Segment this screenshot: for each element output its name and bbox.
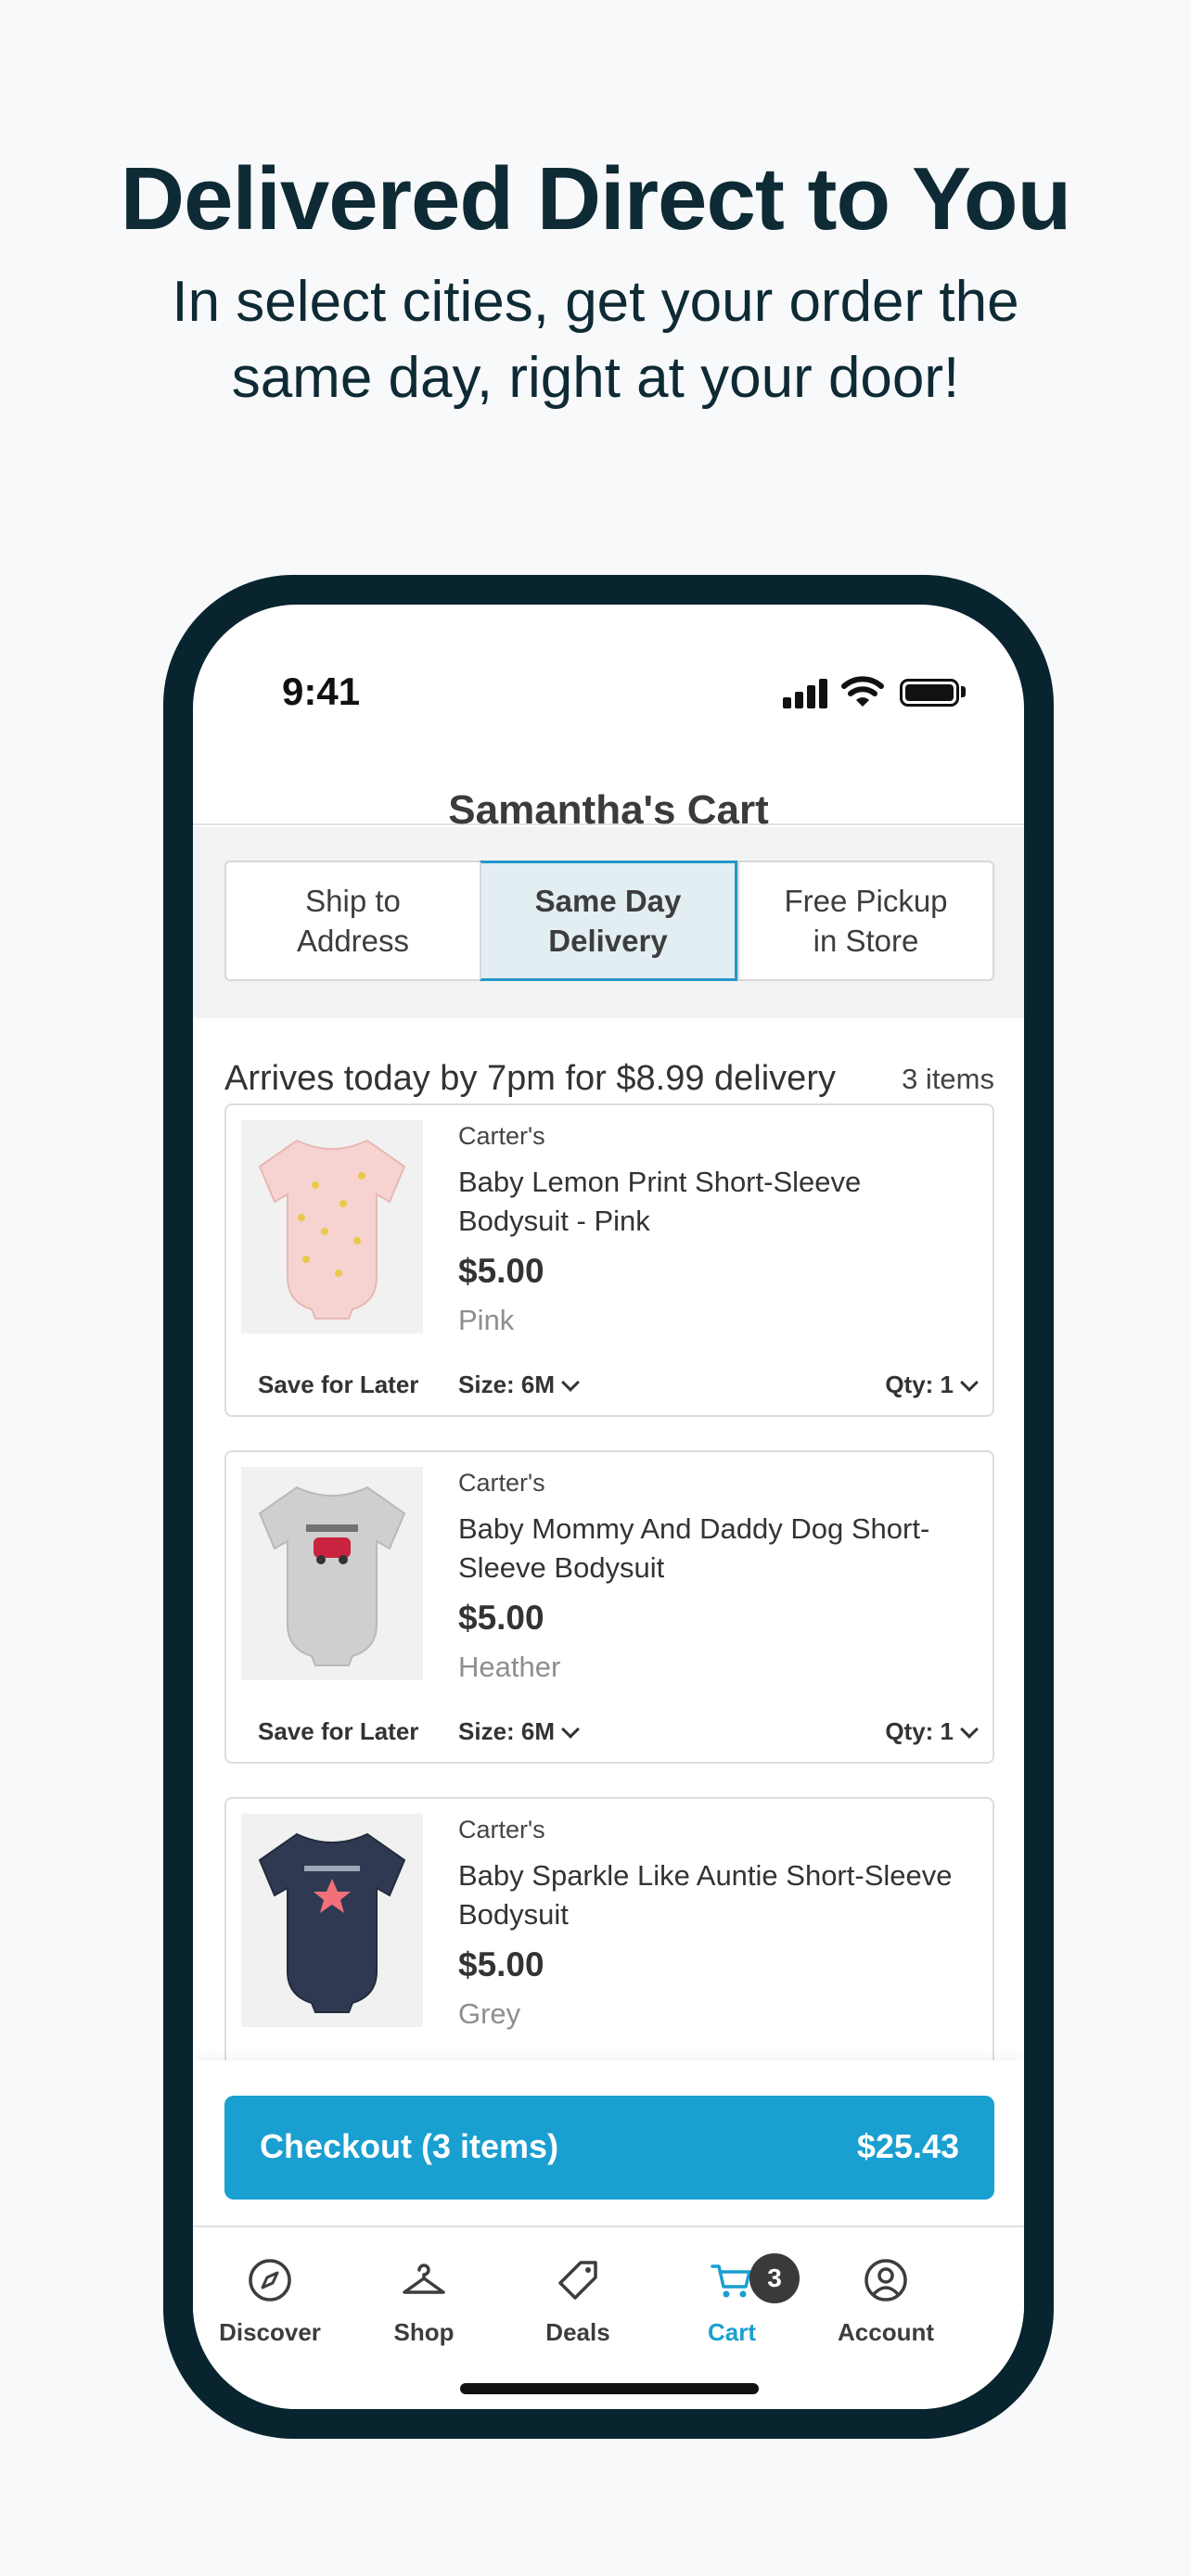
nav-label: Deals xyxy=(545,2318,610,2346)
qty-label: Qty: 1 xyxy=(885,1371,954,1398)
bodysuit-image xyxy=(258,1832,406,2013)
product-name[interactable]: Baby Lemon Print Short-Sleeve Bodysuit -… xyxy=(458,1163,959,1241)
compass-icon xyxy=(249,2259,291,2302)
signal-icon xyxy=(783,677,829,708)
qty-dropdown[interactable]: Qty: 1 xyxy=(885,1371,979,1399)
tab-ship-to-address[interactable]: Ship to Address xyxy=(226,862,480,979)
product-price: $5.00 xyxy=(458,1252,544,1290)
tag-icon xyxy=(558,2261,597,2300)
phone-screen: 9:41 Samantha's Cart Ship to Address Sam… xyxy=(193,605,1024,2409)
size-dropdown[interactable]: Size: 6M xyxy=(458,1717,580,1746)
size-label: Size: 6M xyxy=(458,1717,556,1745)
hero-title: Delivered Direct to You xyxy=(120,149,1071,249)
product-price: $5.00 xyxy=(458,1945,544,1983)
size-label: Size: 6M xyxy=(458,1371,556,1398)
nav-shop[interactable]: Shop xyxy=(347,2229,501,2359)
battery-icon xyxy=(900,679,959,707)
nav-deals[interactable]: Deals xyxy=(501,2229,655,2359)
product-image[interactable] xyxy=(241,1467,423,1680)
nav-label: Account xyxy=(838,2318,934,2346)
product-price: $5.00 xyxy=(458,1599,544,1637)
size-dropdown[interactable]: Size: 6M xyxy=(458,1371,580,1399)
product-name[interactable]: Baby Mommy And Daddy Dog Short-Sleeve Bo… xyxy=(458,1510,959,1588)
home-indicator[interactable] xyxy=(460,2383,759,2394)
wifi-icon xyxy=(841,676,884,707)
qty-label: Qty: 1 xyxy=(885,1717,954,1745)
cart-badge: 3 xyxy=(749,2253,800,2303)
product-image[interactable] xyxy=(241,1814,423,2027)
save-for-later-button[interactable]: Save for Later xyxy=(258,1717,418,1746)
bodysuit-image xyxy=(258,1486,406,1666)
nav-discover[interactable]: Discover xyxy=(193,2229,347,2359)
nav-cart[interactable]: 3 Cart xyxy=(655,2229,809,2359)
product-name[interactable]: Baby Sparkle Like Auntie Short-Sleeve Bo… xyxy=(458,1856,959,1934)
nav-label: Cart xyxy=(707,2318,756,2346)
chevron-down-icon xyxy=(561,1373,580,1392)
battery-nub xyxy=(961,686,966,697)
cart-item[interactable]: Carter's Baby Mommy And Daddy Dog Short-… xyxy=(224,1450,994,1764)
cart-icon xyxy=(711,2264,751,2298)
product-brand: Carter's xyxy=(458,1469,545,1497)
chevron-down-icon xyxy=(960,1720,979,1739)
item-count: 3 items xyxy=(902,1063,994,1095)
cart-header: Samantha's Cart xyxy=(193,725,1024,831)
status-bar: 9:41 xyxy=(193,605,1024,725)
product-image[interactable] xyxy=(241,1120,423,1333)
phone-frame: 9:41 Samantha's Cart Ship to Address Sam… xyxy=(163,575,1054,2439)
delivery-tabs: Ship to Address Same Day Delivery Free P… xyxy=(224,861,994,981)
nav-label: Discover xyxy=(219,2318,321,2346)
chevron-down-icon xyxy=(960,1373,979,1392)
product-color: Pink xyxy=(458,1304,515,1336)
product-brand: Carter's xyxy=(458,1816,545,1843)
bodysuit-image xyxy=(258,1139,406,1320)
product-color: Heather xyxy=(458,1651,561,1683)
checkout-bar: Checkout (3 items) $25.43 xyxy=(193,2060,1024,2227)
bottom-nav: Discover Shop Deals 3 Cart Account xyxy=(193,2229,1024,2409)
product-color: Grey xyxy=(458,1997,521,2030)
qty-dropdown[interactable]: Qty: 1 xyxy=(885,1717,979,1746)
product-brand: Carter's xyxy=(458,1122,545,1150)
account-icon xyxy=(864,2259,907,2302)
nav-account[interactable]: Account xyxy=(809,2229,963,2359)
hero-subtitle: In select cities, get your order the sam… xyxy=(172,270,1019,410)
chevron-down-icon xyxy=(561,1720,580,1739)
tab-free-pickup[interactable]: Free Pickup in Store xyxy=(737,862,992,979)
nav-label: Shop xyxy=(393,2318,455,2346)
checkout-total: $25.43 xyxy=(856,2127,959,2165)
save-for-later-button[interactable]: Save for Later xyxy=(258,1371,418,1399)
status-time: 9:41 xyxy=(282,670,361,713)
delivery-info: Arrives today by 7pm for $8.99 delivery xyxy=(224,1059,836,1098)
tab-same-day-delivery[interactable]: Same Day Delivery xyxy=(480,861,737,981)
cart-title: Samantha's Cart xyxy=(448,787,769,833)
cart-item[interactable]: Carter's Baby Lemon Print Short-Sleeve B… xyxy=(224,1103,994,1417)
checkout-button[interactable]: Checkout (3 items) $25.43 xyxy=(224,2096,994,2200)
checkout-label: Checkout (3 items) xyxy=(260,2127,559,2165)
delivery-options-area: Ship to Address Same Day Delivery Free P… xyxy=(193,827,1024,1018)
hanger-icon xyxy=(403,2264,445,2294)
